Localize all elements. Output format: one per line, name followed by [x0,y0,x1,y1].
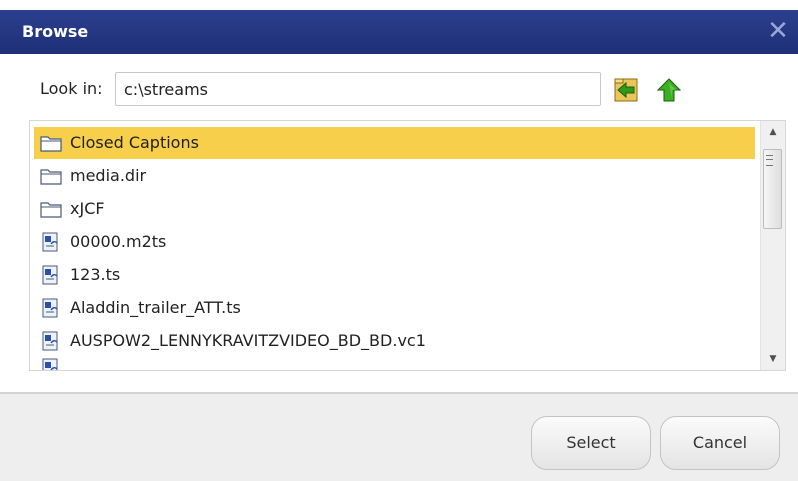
file-list[interactable]: Closed Captions media.dir xJCF 00000.m2ts 12… [29,120,786,371]
video-file-icon [40,298,62,318]
list-item-label: media.dir [70,166,147,185]
vertical-scrollbar[interactable]: ▲ ▼ [760,121,785,370]
dialog-footer: Select Cancel [0,392,798,481]
look-in-path-field[interactable]: c:\streams [115,72,601,106]
list-item-label: 00000.m2ts [70,232,167,251]
folder-list-item[interactable]: xJCF [34,193,755,225]
file-list-rows: Closed Captions media.dir xJCF 00000.m2ts 12… [30,121,759,370]
scrollbar-grip-icon [766,155,773,166]
list-item-label: xJCF [70,199,105,218]
file-list-item[interactable]: 123.ts [34,259,755,291]
list-item-label: Aladdin_trailer_ATT.ts [70,298,241,317]
video-file-icon [40,331,62,351]
file-list-item[interactable]: Aladdin_trailer_ATT.ts [34,292,755,324]
select-button[interactable]: Select [531,416,651,470]
title-bar: Browse ✕ [0,10,798,54]
list-item-label: AUSPOW2_LENNYKRAVITZVIDEO_BD_BD.vc1 [70,331,426,350]
folder-icon [40,133,62,153]
up-arrow-icon [656,78,682,102]
folder-icon [40,166,62,186]
video-file-icon [40,265,62,285]
folder-back-button[interactable] [613,76,641,104]
folder-list-item[interactable]: media.dir [34,160,755,192]
cancel-button[interactable]: Cancel [660,416,780,470]
file-list-item[interactable]: 00000.m2ts [34,226,755,258]
scroll-up-arrow-icon[interactable]: ▲ [761,121,785,143]
up-folder-button[interactable] [655,76,683,104]
close-icon[interactable]: ✕ [764,16,792,46]
video-file-icon [40,232,62,252]
folder-list-item[interactable]: Closed Captions [34,127,755,159]
browse-dialog: Browse ✕ Look in: c:\streams Closed Capt… [0,0,798,481]
dialog-title: Browse [22,22,89,41]
scroll-down-arrow-icon[interactable]: ▼ [761,348,785,370]
list-item-label: 123.ts [70,265,121,284]
list-item-label: Closed Captions [70,133,199,152]
look-in-label: Look in: [40,79,103,98]
folder-icon [40,199,62,219]
video-file-icon [40,358,62,370]
folder-back-icon [614,78,638,102]
file-list-item-partial[interactable] [34,352,755,370]
